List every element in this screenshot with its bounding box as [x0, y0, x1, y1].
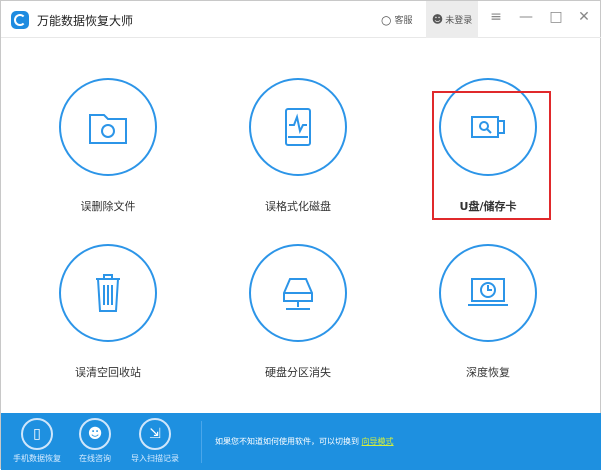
import-icon: ⇲	[139, 418, 171, 450]
app-logo-icon	[11, 11, 29, 29]
chat-icon: ○	[381, 12, 392, 27]
tile-recycle-bin[interactable]: 误清空回收站	[33, 244, 183, 380]
folder-recycle-icon	[89, 114, 127, 144]
import-scan-button[interactable]: ⇲ 导入扫描记录	[125, 418, 185, 464]
tile-deleted-files[interactable]: 误删除文件	[33, 78, 183, 214]
tile-label: 误删除文件	[80, 200, 136, 213]
tile-label: 硬盘分区消失	[265, 366, 331, 379]
trash-icon	[96, 274, 120, 312]
online-consult-button[interactable]: ☻ 在线咨询	[65, 418, 125, 464]
login-button[interactable]: ☻ 未登录	[426, 1, 478, 38]
network-drive-icon	[283, 278, 313, 310]
tile-label: 深度恢复	[466, 366, 510, 379]
tile-label: 误清空回收站	[75, 366, 141, 379]
bottom-bar: ▯ 手机数据恢复 ☻ 在线咨询 ⇲ 导入扫描记录 如果您不知道如何使用软件，可以切换到…	[1, 413, 601, 470]
person-icon: ☻	[79, 418, 111, 450]
tile-label: 误格式化磁盘	[265, 200, 331, 213]
customer-service-button[interactable]: ○ 客服	[381, 1, 413, 38]
hint-text: 如果您不知道如何使用软件，可以切换到 向导模式	[215, 437, 394, 446]
maximize-button[interactable]: □	[546, 9, 566, 25]
divider	[201, 421, 202, 463]
menu-button[interactable]: ≡	[486, 9, 506, 25]
tile-deep-recovery[interactable]: 深度恢复	[413, 244, 563, 380]
wizard-mode-link[interactable]: 向导模式	[362, 437, 394, 446]
disk-pulse-icon	[285, 108, 311, 146]
phone-recovery-button[interactable]: ▯ 手机数据恢复	[7, 418, 67, 464]
minimize-button[interactable]: —	[516, 9, 536, 25]
selection-highlight	[432, 91, 551, 220]
title-bar: 万能数据恢复大师 ○ 客服 ☻ 未登录 ≡ — □ ✕	[1, 1, 601, 38]
laptop-clock-icon	[468, 278, 508, 306]
phone-icon: ▯	[21, 418, 53, 450]
tile-formatted-disk[interactable]: 误格式化磁盘	[223, 78, 373, 214]
tile-partition-lost[interactable]: 硬盘分区消失	[223, 244, 373, 380]
close-button[interactable]: ✕	[574, 9, 594, 25]
app-title: 万能数据恢复大师	[37, 14, 134, 28]
user-icon: ☻	[431, 13, 444, 26]
